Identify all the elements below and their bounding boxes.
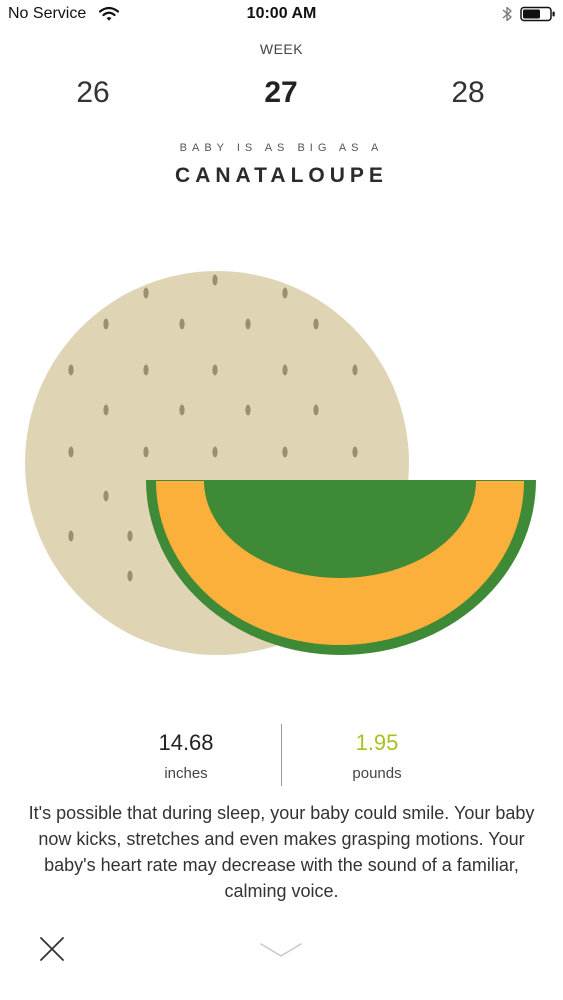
melon-seed (245, 318, 251, 330)
melon-seed (68, 364, 74, 376)
melon-seed (313, 318, 319, 330)
melon-seed (179, 318, 185, 330)
week-label: WEEK (259, 41, 304, 57)
bluetooth-icon (502, 6, 512, 22)
length-unit: inches (164, 765, 208, 782)
melon-seed (352, 364, 358, 376)
weight-unit: pounds (352, 765, 402, 782)
melon-seed (282, 364, 288, 376)
week-current: 27 (264, 76, 298, 109)
status-bar: No Service 10:00 AM (0, 0, 563, 30)
melon-seed (127, 530, 133, 542)
weight-value: 1.95 (355, 730, 399, 755)
melon-seed (103, 404, 109, 416)
weight-stat: 1.95 pounds (277, 730, 477, 782)
chevron-down-icon[interactable] (259, 942, 303, 958)
melon-seed (143, 364, 149, 376)
melon-seed (282, 287, 288, 299)
week-description: It's possible that during sleep, your ba… (28, 803, 535, 901)
melon-seed (127, 570, 133, 582)
melon-seed (212, 364, 218, 376)
melon-seed (352, 446, 358, 458)
melon-seed (68, 446, 74, 458)
clock: 10:00 AM (246, 5, 317, 22)
melon-seed (212, 446, 218, 458)
week-next[interactable]: 28 (428, 76, 508, 110)
melon-seed (212, 274, 218, 286)
cantaloupe-illustration (25, 271, 536, 655)
melon-seed (313, 404, 319, 416)
melon-seed (143, 446, 149, 458)
melon-seed (143, 287, 149, 299)
melon-seed (103, 490, 109, 502)
melon-seed (68, 530, 74, 542)
melon-seed (282, 446, 288, 458)
battery-icon (520, 6, 555, 22)
size-caption: BABY IS AS BIG AS A (179, 142, 384, 154)
melon-seed (245, 404, 251, 416)
fruit-name: CANATALOUPE (175, 164, 388, 187)
close-icon[interactable] (38, 935, 66, 963)
week-previous[interactable]: 26 (53, 76, 133, 110)
melon-seed (179, 404, 185, 416)
length-stat: 14.68 inches (86, 730, 286, 782)
length-value: 14.68 (158, 730, 214, 755)
melon-seed (103, 318, 109, 330)
